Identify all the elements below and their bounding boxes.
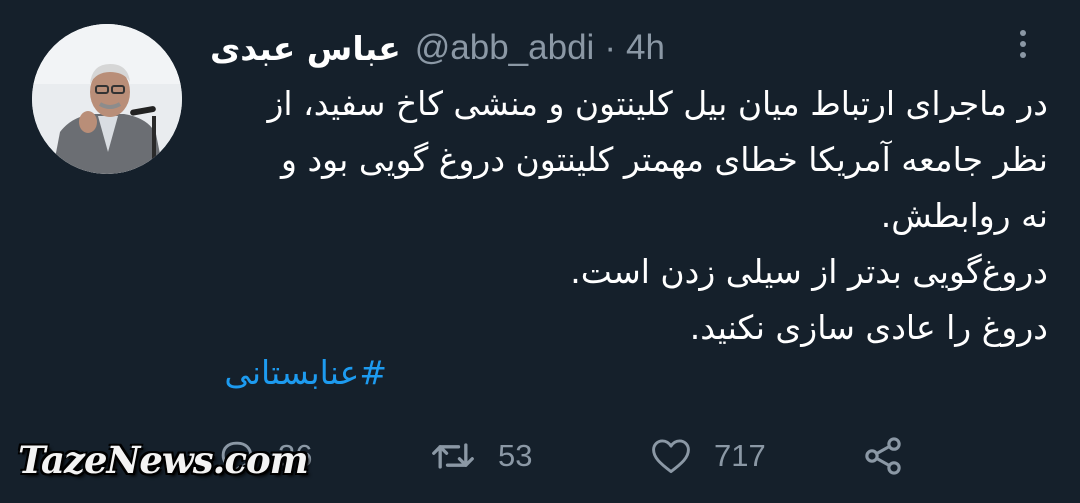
share-button[interactable] — [860, 428, 906, 484]
retweet-count: 53 — [498, 438, 533, 473]
author-handle[interactable]: @abb_abdi — [415, 28, 595, 68]
tweet-text-line: در ماجرای ارتباط میان بیل کلینتون و منشی… — [267, 84, 1049, 123]
retweet-button[interactable]: 53 — [428, 428, 532, 484]
tweet-card[interactable]: عباس عبدی @abb_abdi · 4h در ماجرای ارتبا… — [0, 0, 1080, 503]
tweet-text-line: نظر جامعه آمریکا خطای مهمتر کلینتون دروغ… — [281, 140, 1048, 179]
tweet-text-line: نه روابطش. — [880, 196, 1048, 235]
like-button[interactable]: 717 — [648, 428, 766, 484]
site-watermark: TazeNews.com — [18, 438, 309, 482]
hashtag-link[interactable]: #عنابستانی — [205, 348, 387, 398]
like-count: 717 — [714, 438, 766, 473]
more-vertical-icon[interactable] — [1005, 24, 1041, 64]
profile-photo-icon — [32, 24, 182, 174]
tweet-timestamp[interactable]: 4h — [626, 28, 665, 68]
share-icon — [865, 437, 901, 475]
header-separator: · — [604, 28, 616, 67]
tweet-text: در ماجرای ارتباط میان بیل کلینتون و منشی… — [200, 76, 1049, 356]
author-display-name[interactable]: عباس عبدی — [210, 29, 401, 68]
tweet-header: عباس عبدی @abb_abdi · 4h — [210, 26, 665, 70]
tweet-text-line: دروغ‌گویی بدتر از سیلی زدن است. — [570, 252, 1048, 291]
author-avatar[interactable] — [32, 24, 182, 174]
heart-icon — [652, 439, 690, 474]
retweet-icon — [432, 443, 474, 469]
